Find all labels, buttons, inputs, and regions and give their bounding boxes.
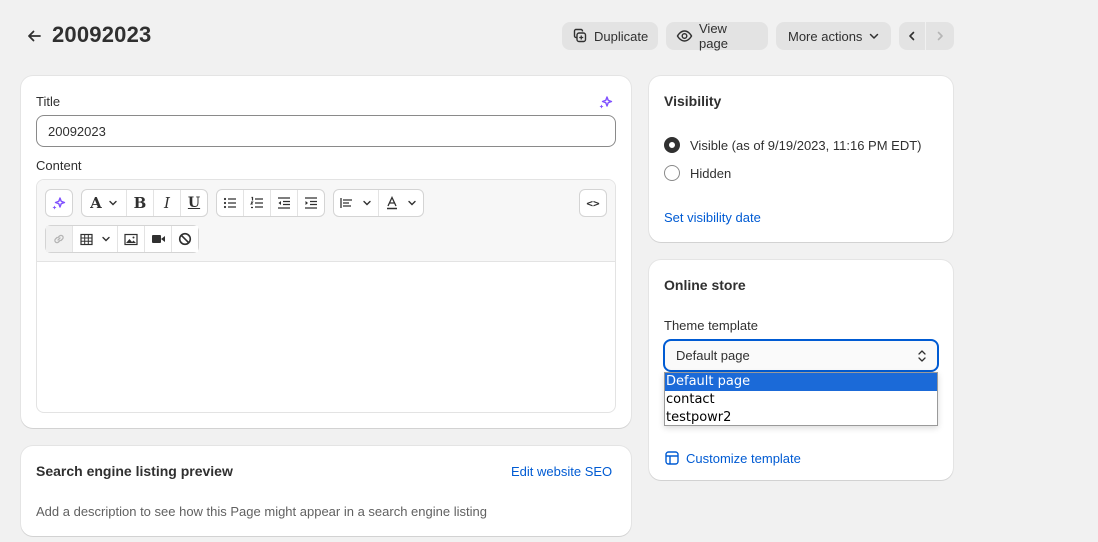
pagination-nav [899,22,954,50]
option-default-page[interactable]: Default page [665,373,937,391]
italic-button[interactable]: I [154,190,180,216]
insert-group [45,225,199,253]
code-icon[interactable]: <> [580,190,606,216]
eye-icon [676,28,693,44]
link-icon[interactable] [46,226,72,252]
more-actions-button[interactable]: More actions [776,22,891,50]
theme-template-value: Default page [676,348,750,363]
format-group: A B I U [81,189,208,217]
align-color-group [333,189,424,217]
online-store-title: Online store [664,277,746,293]
text-color-icon [385,196,399,210]
underline-button[interactable]: U [181,190,207,216]
option-testpowr2[interactable]: testpowr2 [665,409,937,427]
more-actions-label: More actions [788,28,863,44]
chevron-down-icon [101,234,111,244]
align-button[interactable] [334,190,378,216]
visible-radio[interactable] [664,137,680,153]
text-color-button[interactable] [379,190,423,216]
hidden-radio[interactable] [664,165,680,181]
numbered-list-icon[interactable] [244,190,270,216]
hidden-option-label: Hidden [690,165,732,181]
option-contact[interactable]: contact [665,391,937,409]
theme-template-select[interactable]: Default page [663,339,939,372]
page-title: 20092023 [52,22,152,47]
next-page-icon[interactable] [926,22,953,50]
seo-title: Search engine listing preview [36,463,233,479]
set-visibility-date-link[interactable]: Set visibility date [664,210,761,225]
magic-sparkle-icon[interactable] [598,94,614,110]
chevron-down-icon [868,30,880,42]
back-arrow-icon[interactable] [22,24,46,48]
indent-icon[interactable] [298,190,324,216]
chevron-down-icon [362,198,372,208]
title-input[interactable]: 20092023 [36,115,616,147]
visible-option[interactable]: Visible (as of 9/19/2023, 11:16 PM EDT) [664,137,921,153]
edit-website-seo-link[interactable]: Edit website SEO [511,464,612,479]
bold-button[interactable]: B [127,190,153,216]
editor-body[interactable] [37,262,615,412]
image-icon[interactable] [118,226,144,252]
view-page-button[interactable]: View page [666,21,768,51]
customize-template-link[interactable]: Customize template [664,450,801,466]
text-style-button[interactable]: A [82,190,126,216]
hidden-option[interactable]: Hidden [664,165,731,181]
seo-card [21,446,631,536]
video-icon[interactable] [145,226,171,252]
duplicate-label: Duplicate [594,28,649,44]
customize-template-label: Customize template [686,450,801,466]
outdent-icon[interactable] [271,190,297,216]
chevron-down-icon [407,198,417,208]
editor-toolbar: A B I U <> [37,180,615,262]
rich-text-editor: A B I U <> [36,179,616,413]
magic-group [45,189,73,217]
visibility-title: Visibility [664,93,722,109]
text-style-icon: A [90,194,102,212]
visible-option-label: Visible (as of 9/19/2023, 11:16 PM EDT) [690,137,922,153]
duplicate-button[interactable]: Duplicate [562,22,658,50]
view-page-label: View page [699,21,728,51]
code-group: <> [579,189,607,217]
content-label: Content [36,158,82,173]
seo-description: Add a description to see how this Page m… [36,504,487,519]
bullet-list-icon[interactable] [217,190,243,216]
clear-format-icon[interactable] [172,226,198,252]
align-icon [340,196,354,210]
magic-icon[interactable] [46,190,72,216]
chevron-down-icon [108,198,118,208]
table-icon [79,233,93,246]
table-button[interactable] [73,226,117,252]
title-label: Title [36,94,61,109]
select-chevron-icon [917,349,927,363]
theme-template-dropdown: Default page contact testpowr2 [664,372,938,426]
list-group [216,189,325,217]
layout-template-icon [664,450,680,466]
previous-page-icon[interactable] [899,22,926,50]
duplicate-icon [572,28,588,44]
theme-template-label: Theme template [664,318,758,333]
